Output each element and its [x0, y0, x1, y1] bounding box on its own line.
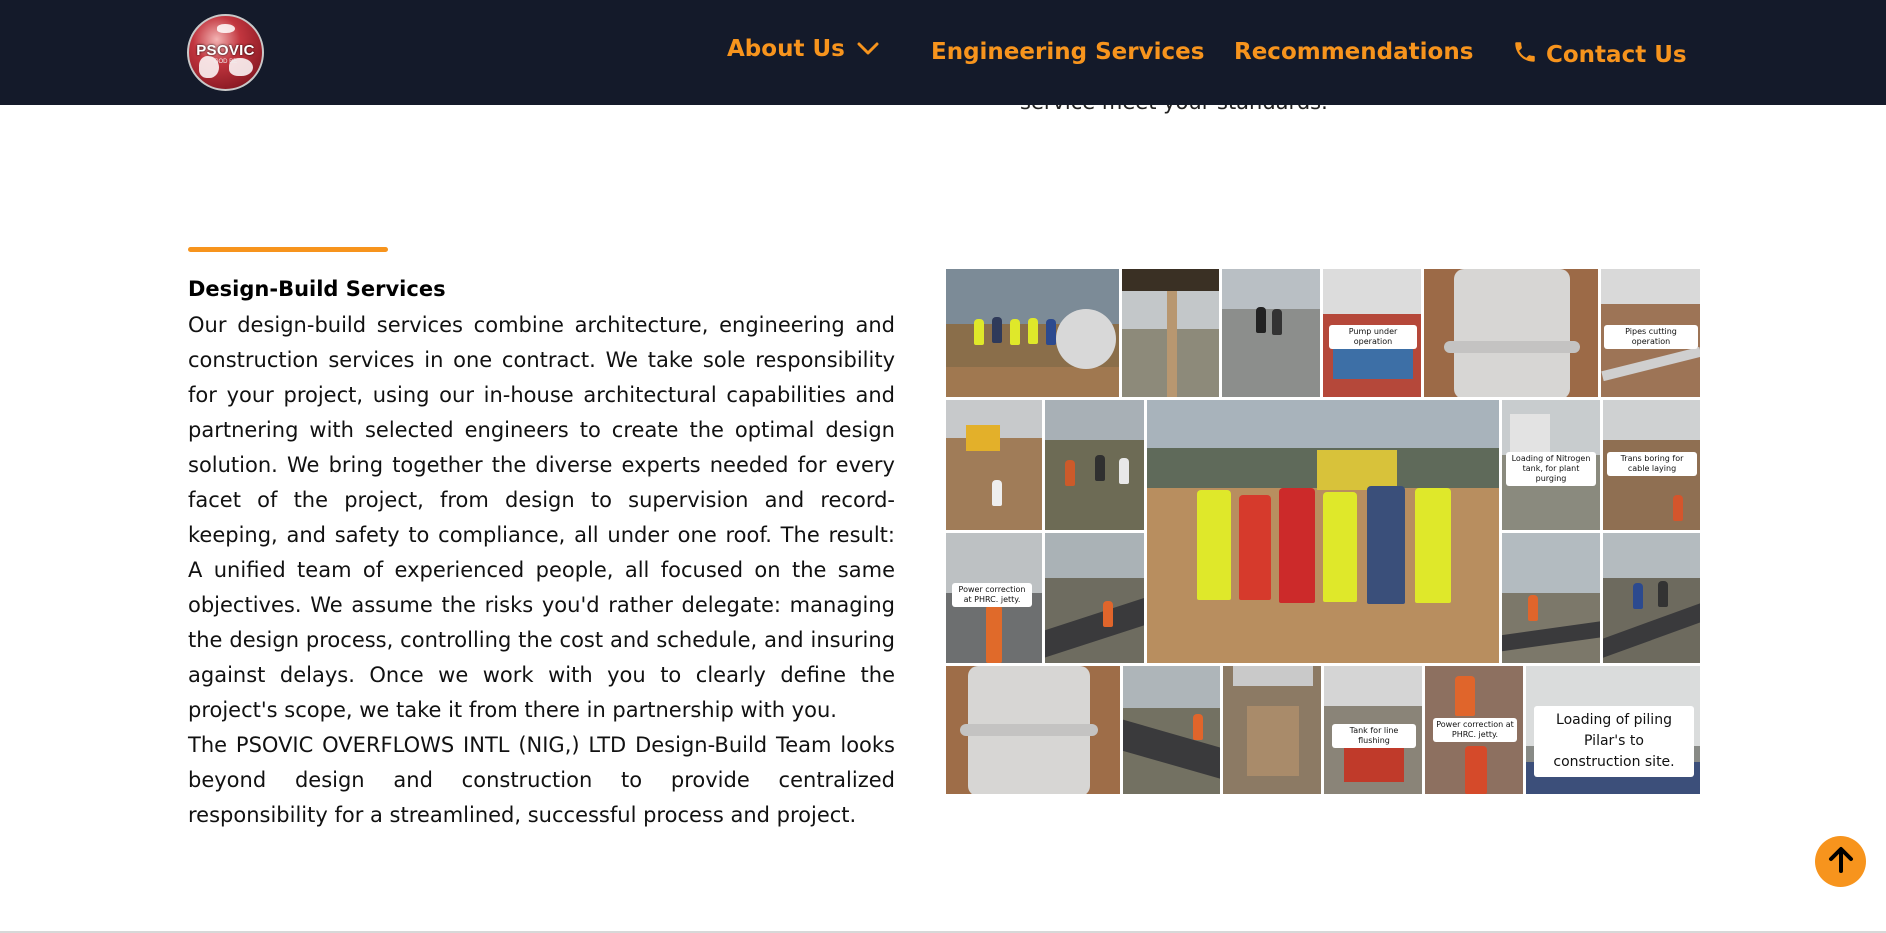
- photo-power-correction-2: Power correction at PHRC. jetty.: [1424, 665, 1524, 795]
- photo-caption: Trans boring for cable laying: [1607, 452, 1697, 476]
- logo-globe-land: [217, 24, 235, 33]
- logo[interactable]: PSOVIC GOD BE: [187, 14, 264, 91]
- photo-pipe-rack: [1121, 268, 1220, 398]
- photo-field-workers: [1044, 399, 1145, 531]
- nav-engineering-services[interactable]: Engineering Services: [931, 39, 1204, 65]
- photo-pump-operation: Pump under operation: [1322, 268, 1422, 398]
- back-to-top-button[interactable]: [1815, 836, 1866, 887]
- photo-nitrogen-tank: Loading of Nitrogen tank, for plant purg…: [1501, 399, 1601, 531]
- section-paragraph: Our design-build services combine archit…: [188, 313, 895, 722]
- photo-pipes-cutting: Pipes cutting operation: [1600, 268, 1701, 398]
- nav-about-us-label: About Us: [727, 36, 845, 62]
- photo-caption: Tank for line flushing: [1332, 724, 1416, 748]
- nav-contact-us-label: Contact Us: [1546, 42, 1687, 68]
- photo-trench: [1222, 665, 1322, 795]
- photo-trans-boring: Trans boring for cable laying: [1602, 399, 1701, 531]
- photo-excavator: [945, 399, 1043, 531]
- photo-caption: Loading of piling Pilar's to constructio…: [1534, 706, 1694, 777]
- logo-subtext: GOD BE: [213, 59, 238, 65]
- photo-caption: Pipes cutting operation: [1604, 325, 1698, 349]
- photo-team-group: [1146, 399, 1500, 664]
- photo-loading-piling: Loading of piling Pilar's to constructio…: [1525, 665, 1701, 795]
- photo-pipe-laying: [1044, 532, 1145, 664]
- photo-site-work-a: [1501, 532, 1601, 664]
- project-photo-collage: Pump under operation Pipes cutting opera…: [945, 268, 1701, 795]
- photo-caption: Pump under operation: [1329, 325, 1417, 349]
- photo-pipeline-field: [1122, 665, 1221, 795]
- phone-icon: [1512, 39, 1538, 71]
- nav-contact-us[interactable]: Contact Us: [1512, 39, 1687, 71]
- photo-caption: Loading of Nitrogen tank, for plant purg…: [1506, 452, 1596, 486]
- logo-text: PSOVIC: [196, 42, 255, 59]
- photo-power-correction-1: Power correction at PHRC. jetty.: [945, 532, 1043, 664]
- section-paragraph: The PSOVIC OVERFLOWS INTL (NIG,) LTD Des…: [188, 733, 895, 827]
- photo-caption: Power correction at PHRC. jetty.: [1433, 718, 1517, 742]
- photo-gravel-site: [1221, 268, 1321, 398]
- section-body: Our design-build services combine archit…: [188, 308, 895, 833]
- nav-about-us[interactable]: About Us: [727, 36, 879, 62]
- photo-tank-flushing: Tank for line flushing: [1323, 665, 1423, 795]
- section-title: Design-Build Services: [188, 277, 446, 301]
- chevron-down-icon: [857, 36, 879, 62]
- arrow-up-icon: [1826, 845, 1856, 879]
- nav-recommendations[interactable]: Recommendations: [1234, 39, 1473, 65]
- navbar: PSOVIC GOD BE About Us Engineering Servi…: [0, 0, 1886, 105]
- photo-pipe-closeup: [945, 665, 1121, 795]
- nav-recommendations-label: Recommendations: [1234, 39, 1474, 65]
- photo-caption: Power correction at PHRC. jetty.: [952, 583, 1032, 607]
- photo-large-pipe: [1423, 268, 1599, 398]
- section-accent-bar: [188, 247, 388, 252]
- nav-engineering-services-label: Engineering Services: [931, 39, 1205, 65]
- photo-team-with-pipe: [945, 268, 1120, 398]
- photo-site-work-b: [1602, 532, 1701, 664]
